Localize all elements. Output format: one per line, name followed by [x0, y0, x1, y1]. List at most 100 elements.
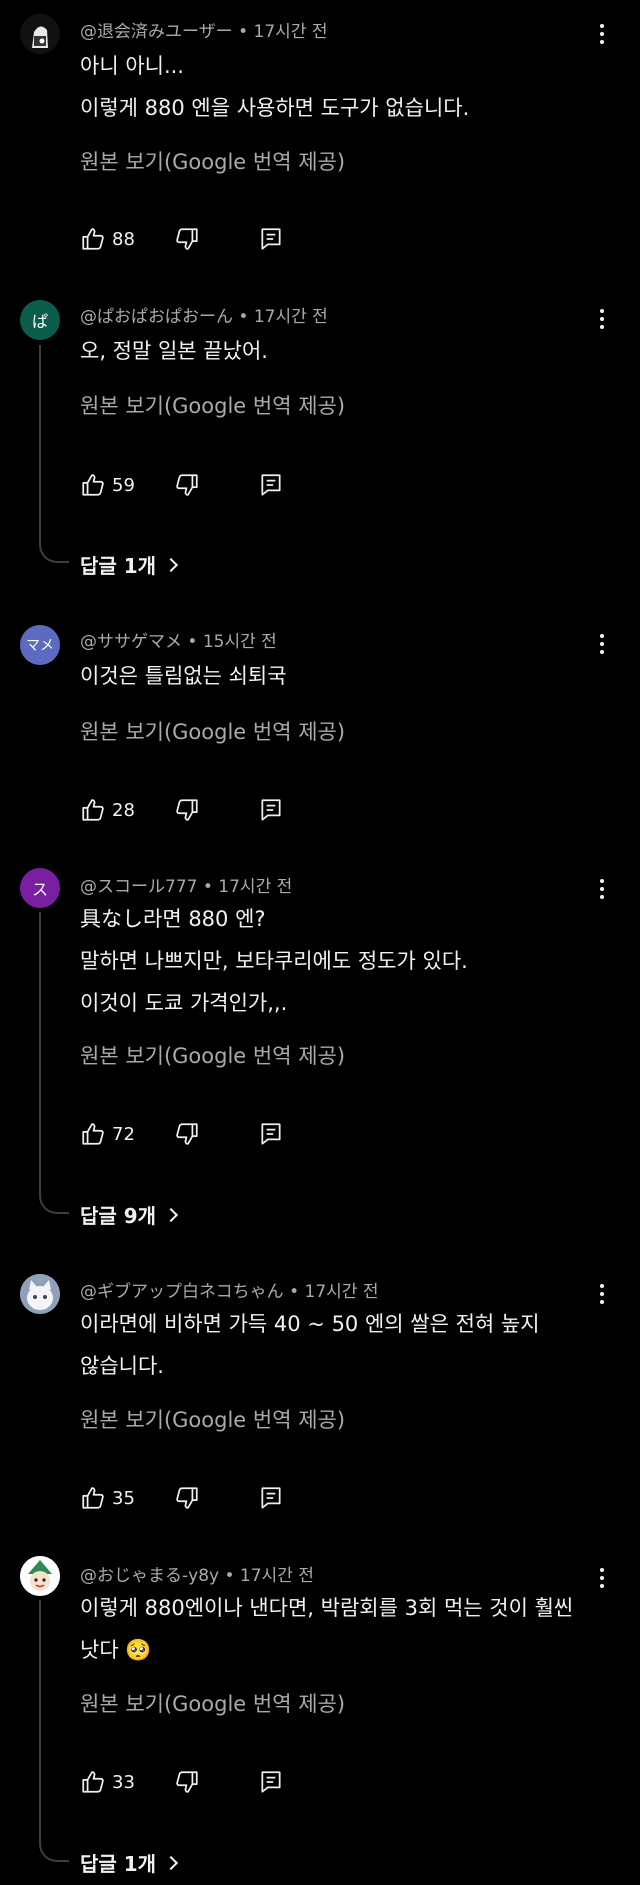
dislike-button[interactable]	[174, 1767, 200, 1797]
thumbs-up-icon	[82, 1487, 104, 1509]
separator: •	[187, 632, 198, 652]
comment-meta: @ギブアップ白ネコちゃん • 17시간 전	[80, 1277, 378, 1302]
author-name[interactable]: @ギブアップ白ネコちゃん	[80, 1282, 284, 1302]
comment-meta: @スコール777 • 17시간 전	[80, 872, 292, 897]
like-count: 88	[112, 228, 135, 250]
avatar[interactable]: マメ	[20, 625, 60, 665]
like-button[interactable]: 35	[80, 1483, 135, 1513]
avatar[interactable]: ぱ	[20, 300, 60, 340]
reply-button[interactable]	[258, 795, 284, 825]
reply-comment-icon	[261, 1487, 281, 1509]
like-button[interactable]: 72	[80, 1119, 135, 1149]
avatar[interactable]	[20, 14, 60, 54]
view-original-link[interactable]: 원본 보기(Google 번역 제공)	[80, 716, 345, 746]
replies-label: 답글 1개	[80, 554, 157, 578]
thumbs-up-icon	[82, 228, 104, 250]
avatar-initial: マメ	[26, 638, 54, 654]
like-button[interactable]: 59	[80, 470, 135, 500]
timestamp[interactable]: 15시간 전	[203, 632, 277, 652]
separator: •	[238, 307, 249, 327]
like-count: 33	[112, 1771, 135, 1793]
anime-character-avatar-icon	[20, 14, 60, 54]
view-replies-button[interactable]: 답글 1개	[80, 550, 179, 579]
view-original-link[interactable]: 원본 보기(Google 번역 제공)	[80, 1688, 345, 1718]
thumbs-down-icon	[176, 1487, 198, 1509]
comment-actions: 59	[80, 470, 300, 500]
like-button[interactable]: 88	[80, 224, 135, 254]
comment-text: 이것은 틀림없는 쇠퇴국	[80, 664, 287, 688]
timestamp[interactable]: 17시간 전	[218, 877, 292, 897]
like-button[interactable]: 33	[80, 1767, 135, 1797]
more-options-button[interactable]	[590, 22, 614, 46]
chevron-right-icon	[164, 1207, 179, 1222]
avatar[interactable]: ス	[20, 868, 60, 908]
comment-meta: @退会済みユーザー • 17시간 전	[80, 17, 327, 42]
more-options-button[interactable]	[590, 632, 614, 656]
avatar-initial: ぱ	[31, 312, 48, 331]
reply-button[interactable]	[258, 1119, 284, 1149]
comment-text: 아니 아니... 이렇게 880 엔을 사용하면 도구가 없습니다.	[80, 54, 470, 120]
chevron-right-icon	[164, 557, 179, 572]
dislike-button[interactable]	[174, 224, 200, 254]
thumbs-down-icon	[176, 1771, 198, 1793]
like-button[interactable]: 28	[80, 795, 135, 825]
author-name[interactable]: @退会済みユーザー	[80, 22, 233, 42]
avatar[interactable]	[20, 1556, 60, 1596]
comment-text: 具なし라면 880 엔? 말하면 나쁘지만, 보타쿠리에도 정도가 있다. 이것…	[80, 907, 468, 1015]
view-replies-button[interactable]: 답글 1개	[80, 1848, 179, 1877]
avatar[interactable]	[20, 1274, 60, 1314]
comment-actions: 72	[80, 1119, 300, 1149]
reply-comment-icon	[261, 799, 281, 821]
comment-actions: 88	[80, 224, 300, 254]
dislike-button[interactable]	[174, 1119, 200, 1149]
comment-actions: 28	[80, 795, 300, 825]
replies-label: 답글 1개	[80, 1852, 157, 1876]
reply-button[interactable]	[258, 1483, 284, 1513]
view-original-link[interactable]: 원본 보기(Google 번역 제공)	[80, 1404, 345, 1434]
author-name[interactable]: @スコール777	[80, 877, 197, 897]
reply-button[interactable]	[258, 224, 284, 254]
thread-line	[39, 912, 69, 1214]
comment-meta: @おじゃまる-y8y • 17시간 전	[80, 1561, 314, 1586]
reply-comment-icon	[261, 1123, 281, 1145]
view-replies-button[interactable]: 답글 9개	[80, 1200, 179, 1229]
thumbs-up-icon	[82, 1771, 104, 1793]
timestamp[interactable]: 17시간 전	[254, 307, 328, 327]
like-count: 59	[112, 474, 135, 496]
comment-text: 이렇게 880엔이나 낸다면, 박람회를 3회 먹는 것이 훨씬 낫다 🥺	[80, 1596, 574, 1662]
view-original-link[interactable]: 원본 보기(Google 번역 제공)	[80, 390, 345, 420]
dislike-button[interactable]	[174, 795, 200, 825]
reply-button[interactable]	[258, 1767, 284, 1797]
cartoon-character-avatar-icon	[20, 1556, 60, 1596]
author-name[interactable]: @ぱおぱおぱおーん	[80, 307, 233, 327]
like-count: 28	[112, 799, 135, 821]
thumbs-up-icon	[82, 1123, 104, 1145]
author-name[interactable]: @ササゲマメ	[80, 632, 182, 652]
view-original-link[interactable]: 원본 보기(Google 번역 제공)	[80, 146, 345, 176]
dislike-button[interactable]	[174, 470, 200, 500]
comment-text: 이라면에 비하면 가득 40 ~ 50 엔의 쌀은 전혀 높지 않습니다.	[80, 1312, 540, 1378]
thread-line	[39, 345, 69, 563]
author-name[interactable]: @おじゃまる-y8y	[80, 1566, 219, 1586]
more-options-button[interactable]	[590, 307, 614, 331]
thumbs-up-icon	[82, 474, 104, 496]
view-original-link[interactable]: 원본 보기(Google 번역 제공)	[80, 1040, 345, 1070]
timestamp[interactable]: 17시간 전	[254, 22, 328, 42]
comment-meta: @ササゲマメ • 15시간 전	[80, 627, 277, 652]
dislike-button[interactable]	[174, 1483, 200, 1513]
reply-button[interactable]	[258, 470, 284, 500]
thumbs-up-icon	[82, 799, 104, 821]
thumbs-down-icon	[176, 799, 198, 821]
reply-comment-icon	[261, 228, 281, 250]
timestamp[interactable]: 17시간 전	[305, 1282, 379, 1302]
separator: •	[224, 1566, 235, 1586]
thumbs-down-icon	[176, 474, 198, 496]
thumbs-down-icon	[176, 1123, 198, 1145]
avatar-initial: ス	[31, 880, 48, 899]
replies-label: 답글 9개	[80, 1204, 157, 1228]
comment-actions: 33	[80, 1767, 300, 1797]
comment-meta: @ぱおぱおぱおーん • 17시간 전	[80, 302, 328, 327]
timestamp[interactable]: 17시간 전	[240, 1566, 314, 1586]
thread-line	[39, 1600, 69, 1862]
chevron-right-icon	[164, 1855, 179, 1870]
